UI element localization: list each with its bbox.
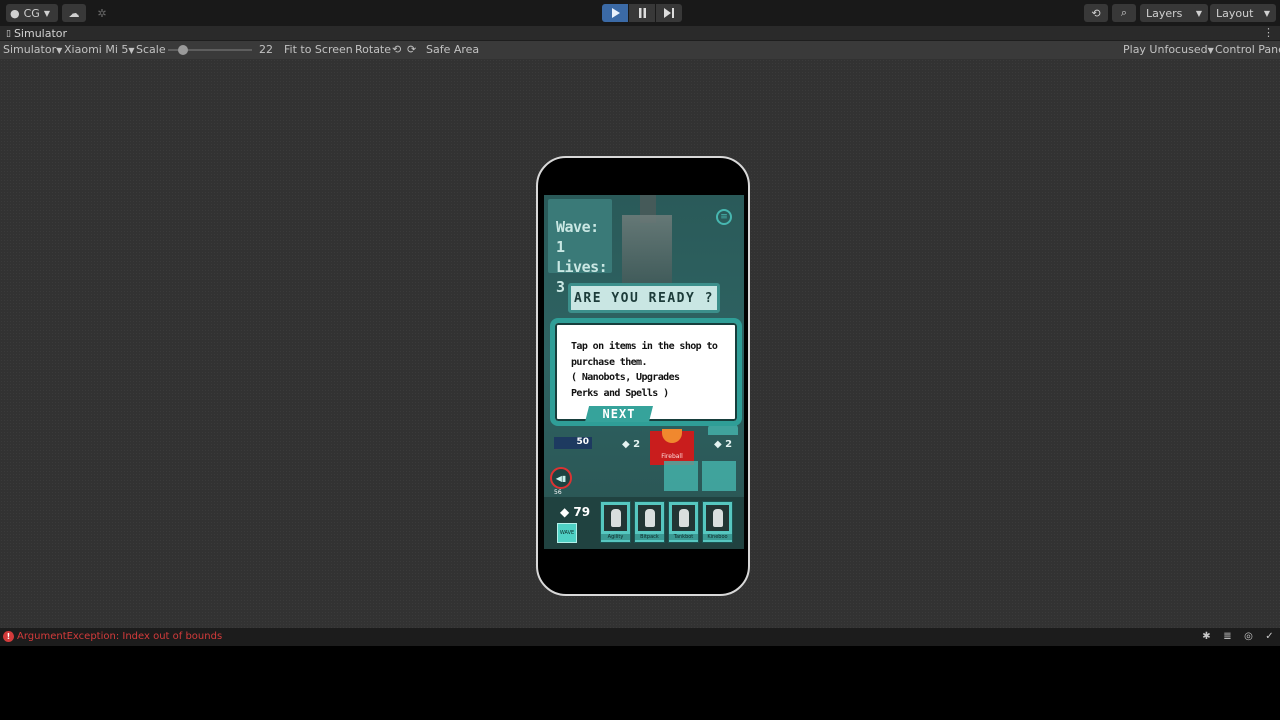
account-icon: ● [10,6,20,20]
control-panel-button[interactable]: Control Panel [1215,43,1280,56]
item-cost-right: ◆ 2 [714,439,733,450]
wave-timer-label: 56 [554,489,562,496]
search-button[interactable]: ⌕ [1112,4,1136,22]
simulator-tab-bar: ▯ Simulator ⋮ [0,26,1280,41]
cloud-icon[interactable]: ☁ [62,4,86,22]
device-icon: ▯ [6,28,11,39]
bot-portrait [706,505,729,531]
bot-name: Agility [601,534,630,540]
coins-counter: 50 [554,437,592,449]
item-cost-left: ◆ 2 [622,439,641,450]
error-message[interactable]: ArgumentException: Index out of bounds [17,631,222,642]
simulator-viewport: Wave: 1 Lives: 3 ≡ ARE YOU READY ? 50 ◆ … [0,59,1280,628]
layout-label: Layout [1216,6,1254,20]
rotate-right-icon[interactable]: ⟳ [407,43,416,56]
scale-label: Scale [136,43,166,56]
safe-area-toggle[interactable]: Safe Area [426,43,479,56]
game-screen[interactable]: Wave: 1 Lives: 3 ≡ ARE YOU READY ? 50 ◆ … [544,195,744,549]
gem-value: 79 [573,505,591,519]
wave-timer-button[interactable]: ◀▮ [550,467,572,489]
scale-slider-thumb[interactable] [178,45,188,55]
main-toolbar: ● CG ▼ ☁ ✲ ⟲ ⌕ Layers ▼ Layout ▼ [0,0,1280,26]
bot-portrait [638,505,661,531]
fireball-label: Fireball [661,453,683,460]
menu-icon[interactable]: ≡ [716,209,732,225]
mode-dropdown[interactable]: Simulator▼ [3,43,62,56]
chevron-down-icon: ▼ [1207,46,1214,55]
play-mode-dropdown[interactable]: Play Unfocused▼ [1123,43,1214,56]
chevron-down-icon: ▼ [1263,8,1270,18]
shop-slot[interactable] [664,461,698,491]
cost-right-value: 2 [725,439,733,450]
mode-label: Simulator [3,43,57,56]
history-icon: ⟲ [1091,6,1101,20]
fit-to-screen-button[interactable]: Fit to Screen [284,43,353,56]
check-icon[interactable]: ✓ [1263,630,1276,643]
shop-slot[interactable] [702,461,736,491]
chevron-down-icon: ▼ [128,46,135,55]
more-options-icon[interactable]: ⋮ [1263,26,1274,39]
status-icons: ✱ ≣ ◎ ✓ [1200,630,1276,643]
bot-portrait [604,505,627,531]
bot-name: Bitpack [635,534,664,540]
bot-card[interactable]: Kineboo [702,501,733,543]
bot-portrait [672,505,695,531]
chevron-down-icon: ▼ [56,46,63,55]
play-icon [611,8,620,18]
layout-dropdown[interactable]: Layout ▼ [1210,4,1276,22]
undo-history-button[interactable]: ⟲ [1084,4,1108,22]
tab-simulator-label: Simulator [13,27,68,40]
bot-card[interactable]: Tankbot [668,501,699,543]
collab-icon[interactable]: ✲ [90,4,114,22]
bottom-shop: ◆ 79 WAVE Agility Bitpack Tankbot Kinebo… [544,497,744,549]
fireball-spell-card[interactable]: Fireball [650,429,694,465]
layers-dropdown[interactable]: Layers ▼ [1140,4,1208,22]
wave-panel: Wave: 1 Lives: 3 [548,199,612,296]
phone-frame: Wave: 1 Lives: 3 ≡ ARE YOU READY ? 50 ◆ … [536,156,750,596]
account-dropdown[interactable]: ● CG ▼ [6,4,58,22]
device-label: Xiaomi Mi 5 [64,43,129,56]
search-icon: ⌕ [1120,6,1128,19]
gem-counter: ◆ 79 [560,505,591,519]
layers-label: Layers [1146,6,1183,20]
pause-icon [638,8,646,18]
scale-value: 22 [259,43,273,56]
bot-name: Kineboo [703,534,732,540]
pause-button[interactable] [629,4,655,22]
device-dropdown[interactable]: Xiaomi Mi 5▼ [64,43,135,56]
step-button[interactable] [656,4,682,22]
play-button[interactable] [602,4,628,22]
error-icon: ! [3,631,14,642]
simulator-window: ▯ Simulator ⋮ Simulator▼ Xiaomi Mi 5▼ Sc… [0,26,1280,628]
stack-icon[interactable]: ≣ [1221,630,1234,643]
simulator-controls: Simulator▼ Xiaomi Mi 5▼ Scale 22 Fit to … [0,41,1280,59]
rotate-left-icon[interactable]: ⟲ [392,43,401,56]
progress-icon[interactable]: ◎ [1242,630,1255,643]
account-label: CG [23,6,40,20]
cost-left-value: 2 [633,439,641,450]
bottom-empty-area [0,646,1280,720]
chevron-down-icon: ▼ [1195,8,1202,18]
rotate-label: Rotate [355,43,392,56]
tutorial-tooltip: Tap on items in the shop to purchase the… [550,318,742,426]
wave-label: Wave: 1 [556,218,599,256]
bot-card[interactable]: Agility [600,501,631,543]
play-mode-label: Play Unfocused [1123,43,1208,56]
bot-card[interactable]: Bitpack [634,501,665,543]
tab-simulator[interactable]: ▯ Simulator [6,27,67,40]
tooltip-text: Tap on items in the shop to purchase the… [571,341,718,399]
fireball-icon [662,429,682,443]
next-button[interactable]: NEXT [585,406,653,422]
debug-icon[interactable]: ✱ [1200,630,1213,643]
chevron-down-icon: ▼ [43,8,50,18]
wave-button[interactable]: WAVE [557,523,577,543]
step-icon [664,8,674,18]
shop-row: 50 ◆ 2 Fireball ◆ 2 [544,429,744,465]
bot-name: Tankbot [669,534,698,540]
ready-banner: ARE YOU READY ? [568,283,720,313]
console-status-bar[interactable]: ! ArgumentException: Index out of bounds… [0,628,1280,646]
playback-controls [602,4,682,22]
